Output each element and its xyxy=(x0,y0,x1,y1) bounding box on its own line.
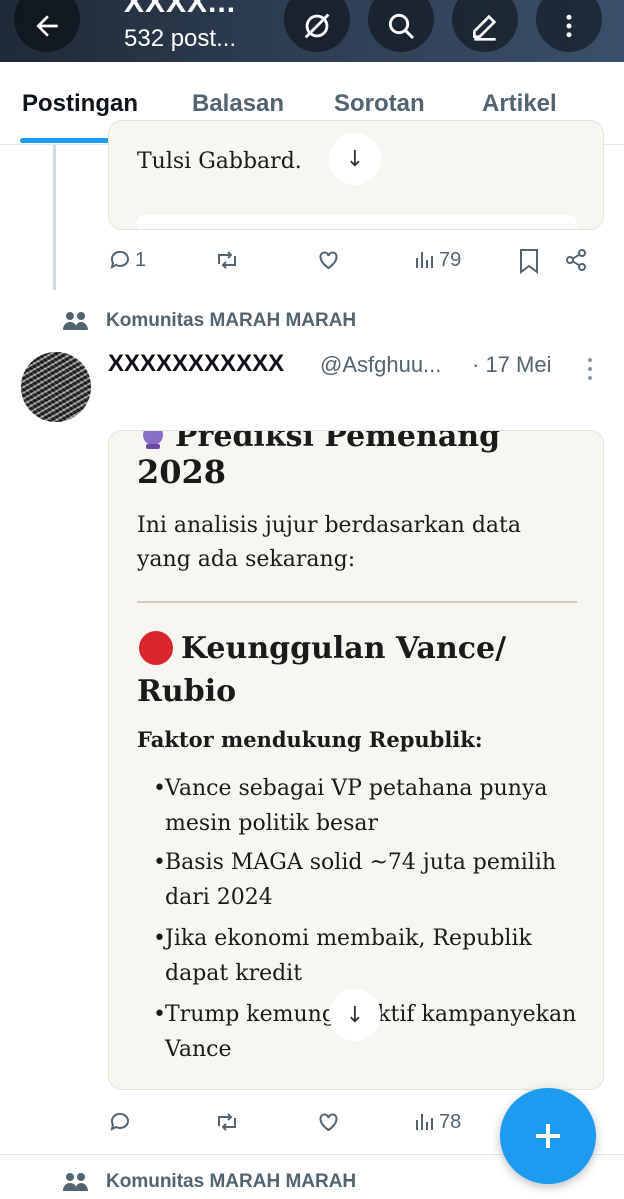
heading-top-text: Prediksi Pemenang xyxy=(175,430,501,454)
more-vertical-icon xyxy=(588,358,592,380)
post-more-button[interactable] xyxy=(584,356,596,386)
search-button[interactable] xyxy=(368,0,434,52)
tab-sorotan[interactable]: Sorotan xyxy=(334,90,425,118)
profile-header: XXXX... 532 post... xyxy=(0,0,624,62)
heading-year: 2028 xyxy=(137,453,227,491)
repost-button[interactable] xyxy=(214,1110,240,1134)
repost-icon xyxy=(218,251,236,269)
community-icon xyxy=(63,1173,88,1191)
bullet-item: Jika ekonomi membaik, Republik dapat kre… xyxy=(153,921,585,991)
repost-button[interactable] xyxy=(214,248,240,272)
community-icon xyxy=(63,312,88,330)
community-name: Komunitas MARAH MARAH xyxy=(106,1171,357,1192)
previous-post-card[interactable]: Tulsi Gabbard. ↓ xyxy=(108,120,604,230)
grok-icon xyxy=(304,13,330,39)
avatar[interactable] xyxy=(21,352,91,422)
bullet-item: Vance sebagai VP petahana punya mesin po… xyxy=(153,771,585,841)
card-footer xyxy=(137,215,577,229)
views-bar-icon xyxy=(416,252,433,268)
search-icon xyxy=(388,13,415,40)
post-date[interactable]: · 17 Mei xyxy=(472,352,551,378)
grok-button[interactable] xyxy=(284,0,350,52)
crystal-ball-icon xyxy=(143,431,163,449)
author-name[interactable]: XXXXXXXXXXX xyxy=(108,350,284,378)
pencil-icon xyxy=(473,14,497,41)
views-count: 79 xyxy=(439,248,462,271)
previous-post-actions: 1 79 xyxy=(0,242,624,282)
like-button[interactable] xyxy=(316,1110,341,1134)
factor-title: Faktor mendukung Republik: xyxy=(137,727,483,752)
back-arrow-icon xyxy=(36,15,58,37)
bookmark-icon xyxy=(520,249,538,274)
heading-top: Prediksi Pemenang xyxy=(139,430,501,454)
back-button[interactable] xyxy=(14,0,80,52)
tab-artikel[interactable]: Artikel xyxy=(482,90,557,118)
tab-postingan[interactable]: Postingan xyxy=(22,90,138,118)
post-count: 532 post... xyxy=(124,25,237,52)
community-name: Komunitas MARAH MARAH xyxy=(106,310,357,331)
heart-icon xyxy=(319,1113,338,1132)
community-label[interactable]: Komunitas MARAH MARAH xyxy=(62,1171,356,1193)
reply-button[interactable] xyxy=(108,1110,132,1134)
divider xyxy=(137,601,577,603)
card-text: Tulsi Gabbard. xyxy=(137,149,302,174)
heart-icon xyxy=(319,251,338,270)
views-count: 78 xyxy=(439,1110,462,1133)
intro-text: Ini analisis jujur berdasarkan data yang… xyxy=(137,513,521,572)
plus-icon xyxy=(536,1124,560,1148)
like-button[interactable] xyxy=(316,248,341,272)
bullet-item: Basis MAGA solid ~74 juta pemilih dari 2… xyxy=(153,845,585,915)
repost-icon xyxy=(218,1113,236,1131)
more-vertical-icon xyxy=(566,14,572,38)
views-bar-icon xyxy=(416,1114,433,1130)
compose-button[interactable] xyxy=(500,1088,596,1184)
section-title: Keunggulan Vance/ Rubio xyxy=(137,631,507,709)
reply-count: 1 xyxy=(135,248,147,271)
bookmark-button[interactable] xyxy=(518,248,540,274)
reply-icon xyxy=(110,250,129,269)
share-icon xyxy=(566,249,586,271)
scroll-down-icon[interactable]: ↓ xyxy=(329,133,381,185)
reply-button[interactable]: 1 xyxy=(108,248,146,272)
views-button[interactable]: 78 xyxy=(414,1110,461,1134)
more-button[interactable] xyxy=(536,0,602,52)
tab-balasan[interactable]: Balasan xyxy=(192,90,284,118)
author-handle[interactable]: @Asfghuu... xyxy=(320,352,441,378)
post-image-card[interactable]: Prediksi Pemenang 2028 Ini analisis juju… xyxy=(108,430,604,1090)
community-label[interactable]: Komunitas MARAH MARAH xyxy=(62,310,356,332)
reply-icon xyxy=(110,1112,129,1131)
edit-button[interactable] xyxy=(452,0,518,52)
profile-name: XXXX... xyxy=(124,0,237,19)
views-button[interactable]: 79 xyxy=(414,248,461,272)
scroll-down-icon[interactable]: ↓ xyxy=(329,989,381,1041)
share-button[interactable] xyxy=(564,248,588,272)
